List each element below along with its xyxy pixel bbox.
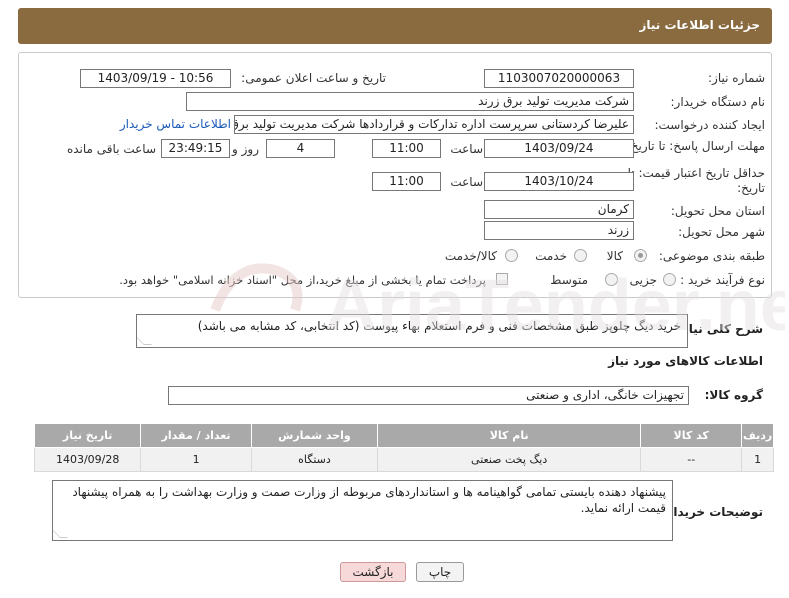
remaining-label: ساعت باقی مانده xyxy=(66,142,156,156)
announce-field: 1403/09/19 - 10:56 xyxy=(80,69,231,88)
province-label: استان محل تحویل: xyxy=(670,204,765,218)
page-title: جزئیات اطلاعات نیاز xyxy=(639,18,760,32)
process-label: نوع فرآیند خرید : xyxy=(680,273,765,287)
column-header: تاریخ نیاز xyxy=(33,423,142,448)
category-goods-label: کالا xyxy=(606,249,623,263)
announce-label: تاریخ و ساعت اعلان عمومی: xyxy=(241,71,386,85)
buyer-notes-text: پیشنهاد دهنده بایستی تمامی گواهینامه ها … xyxy=(72,485,666,515)
column-header: واحد شمارش xyxy=(250,423,379,448)
item-unit: دستگاه xyxy=(250,447,379,472)
category-service-radio[interactable] xyxy=(574,249,587,262)
remaining-time-field: 23:49:15 xyxy=(161,139,230,158)
contact-buyer-link[interactable]: اطلاعات تماس خریدار xyxy=(120,117,231,131)
need-number-field: 1103007020000063 xyxy=(484,69,634,88)
resize-grip-icon[interactable] xyxy=(53,530,68,538)
price-validity-label: حداقل تاریخ اعتبار قیمت: تا تاریخ: xyxy=(627,166,765,195)
item-need-date: 1403/09/28 xyxy=(33,447,142,472)
reply-deadline-label: مهلت ارسال پاسخ: تا تاریخ: xyxy=(626,139,765,153)
table-row: 1 -- دیگ پخت صنعتی دستگاه 1 1403/09/28 xyxy=(33,447,774,472)
category-label: طبقه بندی موضوعی: xyxy=(658,249,765,263)
row-index: 1 xyxy=(741,447,774,472)
goods-group-field: تجهیزات خانگی، اداری و صنعتی xyxy=(168,386,689,405)
price-time-label: ساعت xyxy=(450,175,483,189)
column-header: ردیف xyxy=(741,423,774,448)
print-button[interactable]: چاپ xyxy=(416,562,464,582)
column-header: کد کالا xyxy=(640,423,743,448)
payment-note: پرداخت تمام یا بخشی از مبلغ خرید،از محل … xyxy=(119,273,486,287)
item-name: دیگ پخت صنعتی xyxy=(377,447,642,472)
column-header: نام کالا xyxy=(377,423,642,448)
buyer-notes-textarea: پیشنهاد دهنده بایستی تمامی گواهینامه ها … xyxy=(52,480,673,541)
page-header: جزئیات اطلاعات نیاز xyxy=(18,8,772,44)
requester-field: علیرضا کردستانی سرپرست اداره تدارکات و ق… xyxy=(234,115,634,134)
category-service-label: خدمت xyxy=(535,249,567,263)
reply-date-field: 1403/09/24 xyxy=(484,139,634,158)
price-time-field: 11:00 xyxy=(372,172,441,191)
category-goods-radio[interactable] xyxy=(634,249,647,262)
need-number-label: شماره نیاز: xyxy=(708,71,765,85)
goods-section-title: اطلاعات کالاهای مورد نیاز xyxy=(608,354,763,368)
goods-table-header: ردیف کد کالا نام کالا واحد شمارش تعداد /… xyxy=(33,423,774,448)
requester-label: ایجاد کننده درخواست: xyxy=(654,118,765,132)
resize-grip-icon[interactable] xyxy=(137,337,152,345)
back-button[interactable]: بازگشت xyxy=(340,562,406,582)
goods-table: ردیف کد کالا نام کالا واحد شمارش تعداد /… xyxy=(33,423,774,472)
category-goods-service-label: کالا/خدمت xyxy=(444,249,497,263)
buyer-org-label: نام دستگاه خریدار: xyxy=(670,95,766,109)
treasury-checkbox[interactable] xyxy=(496,273,508,285)
buyer-org-field: شرکت مدیریت تولید برق زرند xyxy=(186,92,634,111)
city-label: شهر محل تحویل: xyxy=(678,225,765,239)
process-medium-label: متوسط xyxy=(550,273,588,287)
item-quantity: 1 xyxy=(140,447,252,472)
price-date-field: 1403/10/24 xyxy=(484,172,634,191)
reply-time-label: ساعت xyxy=(450,142,483,156)
category-goods-service-radio[interactable] xyxy=(505,249,518,262)
buyer-notes-label: توضیحات خریدار: xyxy=(661,505,763,519)
goods-group-label: گروه کالا: xyxy=(704,388,763,402)
province-field: کرمان xyxy=(484,200,634,219)
item-code: -- xyxy=(640,447,743,472)
column-header: تعداد / مقدار xyxy=(140,423,252,448)
summary-textarea: خرید دیگ چلوپز طبق مشخصات فنی و فرم استع… xyxy=(136,314,688,348)
reply-time-field: 11:00 xyxy=(372,139,441,158)
days-field: 4 xyxy=(266,139,335,158)
process-minor-label: جزیی xyxy=(629,273,657,287)
process-minor-radio[interactable] xyxy=(663,273,676,286)
days-label: روز و xyxy=(232,142,259,156)
process-medium-radio[interactable] xyxy=(605,273,618,286)
city-field: زرند xyxy=(484,221,634,240)
summary-text: خرید دیگ چلوپز طبق مشخصات فنی و فرم استع… xyxy=(197,319,681,333)
summary-label: شرح کلی نیاز: xyxy=(677,322,763,336)
